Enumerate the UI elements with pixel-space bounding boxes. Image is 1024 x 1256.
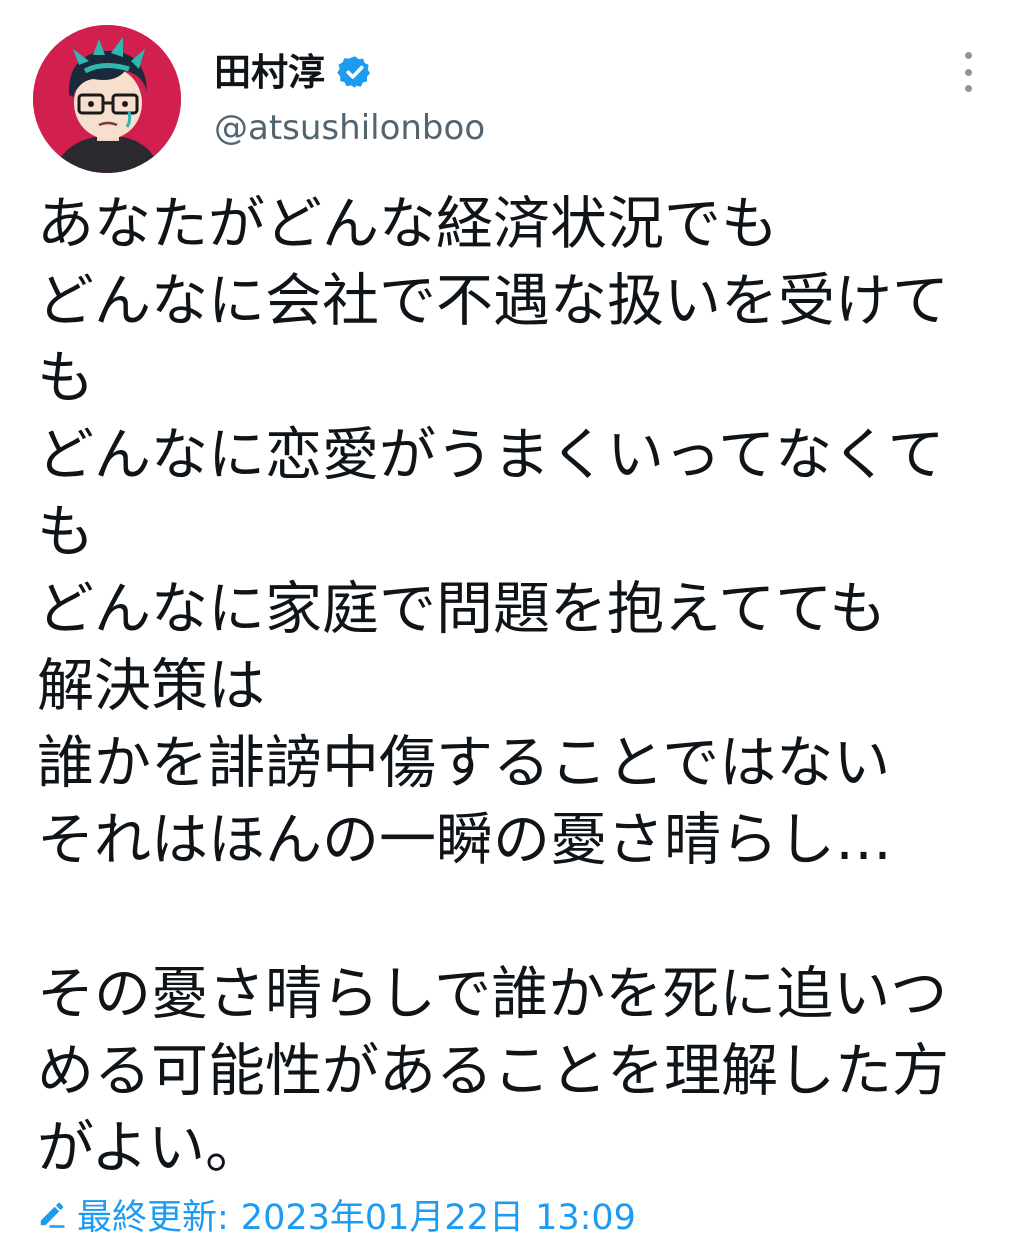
tweet-text-line: 解決策は [37, 653, 265, 719]
tweet-text-line: も [37, 345, 94, 411]
edit-timestamp: 2023年01月22日 13:09 [240, 1197, 636, 1238]
tweet-text: あなたがどんな経済状況でも どんなに会社で不遇な扱いを受けて も どんなに恋愛が… [37, 186, 997, 1187]
pencil-icon [40, 1202, 65, 1228]
tweet-text-line: あなたがどんな経済状況でも [37, 191, 778, 257]
tweet-text-line: それはほんの一瞬の憂さ晴らし… [37, 807, 892, 873]
edit-history-link[interactable]: 最終更新: 2023年01月22日 13:09 [37, 1188, 636, 1240]
more-dot [964, 68, 972, 76]
verified-badge-icon [337, 56, 370, 88]
more-dot [964, 85, 972, 92]
tweet-text-line: どんなに会社で不遇な扱いを受けて [37, 268, 949, 334]
tweet-card: 田村淳 @atsushilonboo あなたがどんな経済状況でも どんなに会社で… [0, 0, 1024, 1256]
more-vertical-icon[interactable] [952, 46, 984, 98]
avatar[interactable] [33, 25, 181, 173]
tweet-text-line: その憂さ晴らしで誰かを死に追いつ [37, 961, 948, 1027]
author-display-name[interactable]: 田村淳 [214, 54, 325, 91]
edit-label: 最終更新: [77, 1197, 229, 1238]
author-name-row: 田村淳 [214, 44, 373, 100]
tweet-text-blank-line [37, 879, 997, 956]
tweet-text-line: どんなに恋愛がうまくいってなくて [37, 422, 945, 488]
author-handle[interactable]: @atsushilonboo [214, 108, 485, 149]
tweet-text-line: がよい。 [37, 1115, 263, 1181]
more-dot [964, 52, 972, 59]
tweet-text-line: 誰かを誹謗中傷することではない [37, 730, 891, 796]
tweet-text-line: どんなに家庭で問題を抱えてても [37, 576, 887, 642]
tweet-text-line: める可能性があることを理解した方 [37, 1038, 949, 1104]
tweet-text-line: も [37, 499, 94, 565]
avatar-illustration-icon [33, 25, 181, 173]
